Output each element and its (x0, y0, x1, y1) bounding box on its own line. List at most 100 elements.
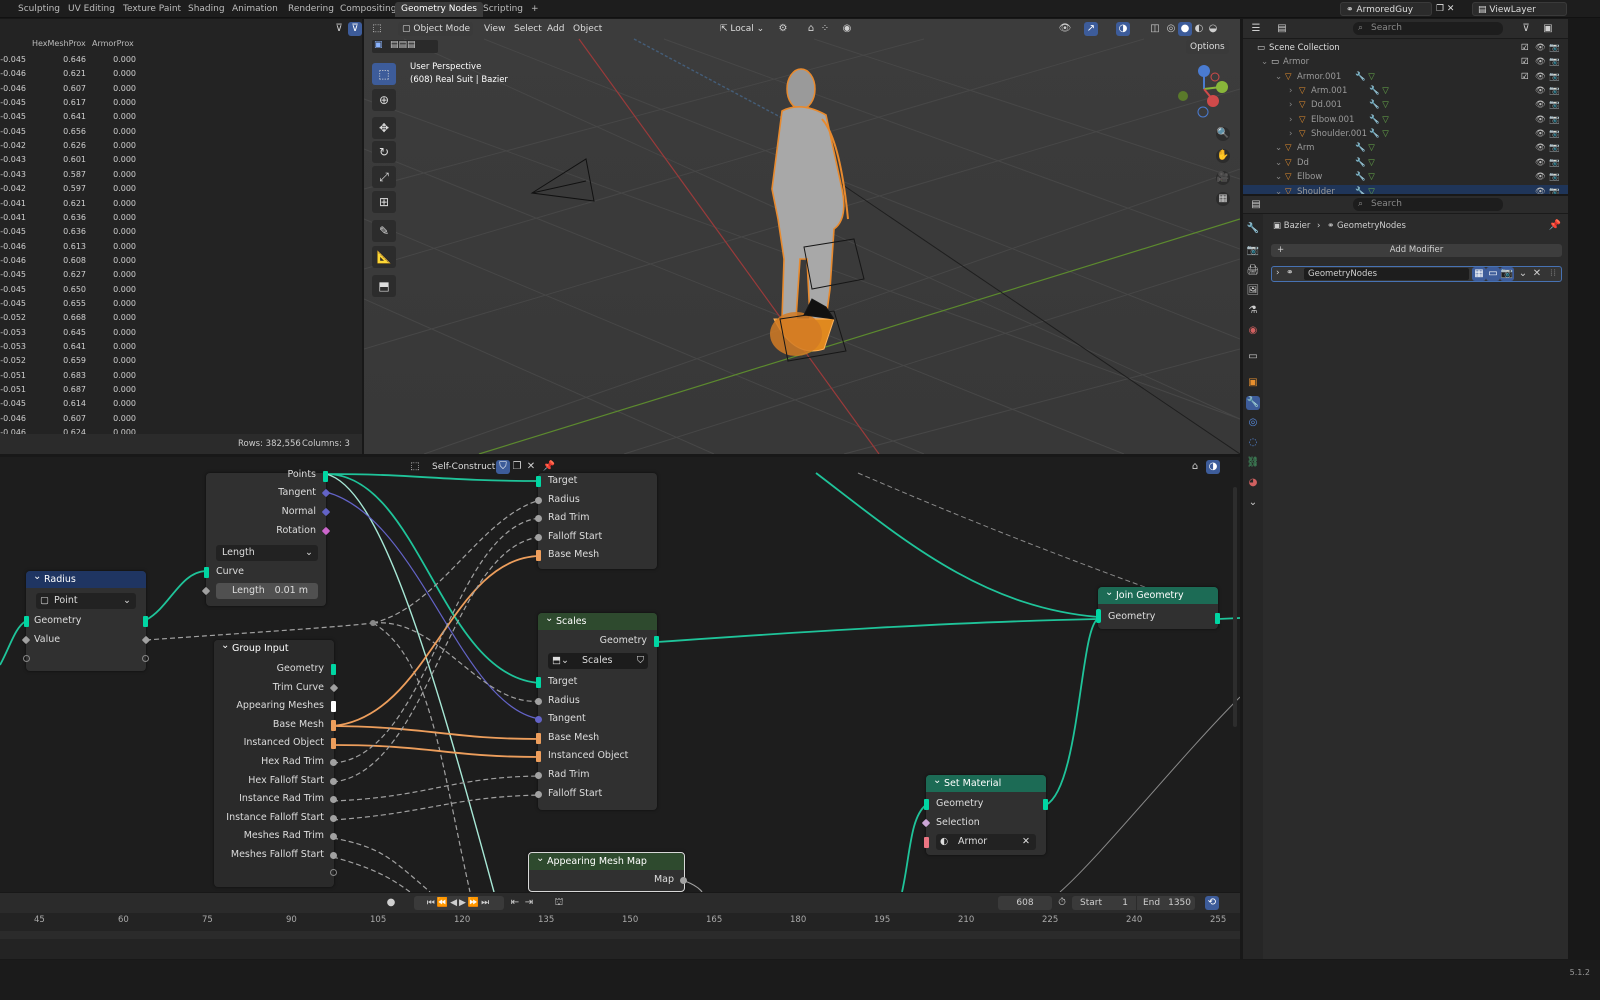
auto-key-icon[interactable]: ⛫ (552, 896, 566, 910)
socket-setmat-geometry-out[interactable] (1043, 799, 1048, 810)
expand-icon[interactable]: › (1289, 84, 1292, 98)
tab-animation[interactable]: Animation (226, 2, 284, 17)
node-editor[interactable]: ⬚ Self-Construct ⛉ ❐ ✕ 📌 ⌂ ◑ Points Tang… (0, 457, 1240, 892)
eye-icon[interactable]: 👁 (1535, 55, 1546, 69)
camera-icon[interactable]: 📷 (1549, 113, 1560, 127)
tab-geometry-nodes[interactable]: Geometry Nodes (395, 2, 483, 17)
group-input-socket[interactable] (331, 719, 336, 731)
edit-mode-toggle-icon[interactable]: ▦ (1472, 267, 1486, 281)
camera-icon[interactable]: 📷 (1549, 141, 1560, 155)
scales-input-socket[interactable] (535, 697, 542, 705)
join-geometry-header[interactable]: Join Geometry (1098, 584, 1218, 604)
hex-input-socket[interactable] (535, 533, 542, 541)
modifier-tab-icon[interactable]: 🔧 (1246, 396, 1260, 410)
socket-curve[interactable] (204, 567, 209, 578)
fake-user-icon[interactable]: ⛉ (496, 460, 510, 474)
material-shading-icon[interactable]: ◐ (1192, 22, 1206, 36)
socket-setmat-geometry-in[interactable] (924, 799, 929, 810)
group-input-socket[interactable] (331, 701, 336, 713)
breadcrumb-object[interactable]: Bazier (1284, 221, 1311, 231)
modifier-icon[interactable]: 🔧 ▽ (1369, 84, 1389, 98)
world-tab-icon[interactable]: ◉ (1246, 324, 1260, 338)
hex-input-socket[interactable] (536, 476, 541, 487)
tab-uv-editing[interactable]: UV Editing (62, 2, 121, 17)
outliner-item[interactable]: ⌄ ▭ Armor 👁 📷 ☑ (1243, 55, 1568, 69)
radius-node-header[interactable]: Radius (26, 568, 146, 588)
options-button[interactable]: Options (1186, 40, 1229, 54)
menu-object[interactable]: Object (569, 22, 606, 36)
eye-icon[interactable]: 👁 (1535, 170, 1546, 184)
menu-add[interactable]: Add (543, 22, 568, 36)
scene-tab-icon[interactable]: ⚗ (1246, 304, 1260, 318)
material-tab-icon[interactable]: ◕ (1246, 476, 1260, 490)
expand-chevron-icon[interactable]: › (1276, 268, 1280, 278)
tab-shading[interactable]: Shading (182, 2, 231, 17)
prev-keyframe-icon[interactable]: ⏪ (437, 898, 450, 908)
more-tabs-icon[interactable]: ⌄ (1246, 496, 1260, 510)
rotate-tool-icon[interactable]: ↻ (372, 141, 396, 163)
rendered-shading-icon[interactable]: ◒ (1206, 22, 1220, 36)
current-frame-field[interactable]: 608 (998, 896, 1052, 910)
clear-material-icon[interactable]: ✕ (1022, 834, 1030, 850)
stopwatch-icon[interactable]: ⏱ (1055, 896, 1069, 910)
socket-points[interactable] (323, 471, 328, 482)
set-material-header[interactable]: Set Material (926, 772, 1046, 792)
object-tab-icon[interactable]: ▣ (1246, 376, 1260, 390)
output-tab-icon[interactable]: 🖨 (1246, 264, 1260, 278)
modifier-icon[interactable]: 🔧 ▽ (1355, 156, 1375, 170)
outliner-editor-icon[interactable]: ☰ (1249, 22, 1263, 36)
scale-tool-icon[interactable]: ⤢ (372, 166, 396, 188)
join-geometry-node[interactable]: Join Geometry Geometry (1096, 584, 1220, 629)
outliner-item[interactable]: ⌄ ▽ Armor.001 🔧 ▽ 👁 📷 ☑ (1243, 70, 1568, 84)
3d-viewport[interactable]: ⬚ ▢ Object Mode View Select Add Object ⇱… (364, 19, 1240, 454)
tab-scripting[interactable]: Scripting (477, 2, 529, 17)
timeline-ruler[interactable]: 45 60 75 90 105 120 135 150 165 180 195 210 225 240 25… (0, 915, 1240, 929)
properties-search-input[interactable]: ⌕ Search (1353, 198, 1503, 211)
modifier-icon[interactable]: 🔧 ▽ (1355, 170, 1375, 184)
unlink-tree-icon[interactable]: ✕ (524, 460, 538, 474)
modifier-icon[interactable]: 🔧 ▽ (1355, 70, 1375, 84)
radius-node[interactable]: Radius ▢ Point ⌄ Geometry Value (21, 568, 151, 671)
group-input-socket[interactable] (330, 759, 337, 766)
zoom-icon[interactable]: 🔍 (1216, 127, 1230, 141)
tab-sculpting[interactable]: Sculpting (12, 2, 66, 17)
camera-icon[interactable]: 📷 (1549, 170, 1560, 184)
scales-input-socket[interactable] (535, 772, 542, 779)
expand-icon[interactable]: ⌄ (1275, 156, 1282, 170)
filter-icon[interactable]: ⊽ (1519, 22, 1533, 36)
record-icon[interactable]: ● (384, 896, 398, 910)
pin-tree-icon[interactable]: 📌 (542, 460, 556, 474)
snap-grid-icon[interactable]: ⁘ (818, 22, 832, 36)
outliner-item[interactable]: ▭ Scene Collection 👁 📷 ☑ (1243, 41, 1568, 55)
modifier-menu-icon[interactable]: ⌄ (1516, 267, 1530, 281)
socket-empty-out[interactable] (142, 655, 149, 662)
shield-icon[interactable]: ⛉ (637, 653, 644, 669)
expand-icon[interactable]: › (1289, 98, 1292, 112)
menu-view[interactable]: View (480, 22, 509, 36)
modifier-icon[interactable]: 🔧 ▽ (1369, 98, 1389, 112)
filter-toggle-icon[interactable]: ⊽ (332, 22, 346, 36)
socket-material[interactable] (924, 837, 929, 848)
scales-input-socket[interactable] (535, 790, 542, 798)
render-tab-icon[interactable]: 📷 (1246, 244, 1260, 258)
checkbox-icon[interactable]: ☑ (1521, 41, 1529, 55)
tab-rendering[interactable]: Rendering (282, 2, 340, 17)
domain-dropdown[interactable]: ▢ Point ⌄ (36, 593, 136, 609)
camera-icon[interactable]: 📷 (1549, 41, 1560, 55)
camera-view-icon[interactable]: 🎥 (1216, 171, 1230, 185)
appearing-mesh-map-node[interactable]: Appearing Mesh Map Map (528, 850, 687, 892)
outliner-item[interactable]: ⌄ ▽ Arm 🔧 ▽ 👁 📷 (1243, 141, 1568, 155)
viewlayer-selector[interactable]: ▤ ViewLayer (1472, 2, 1567, 16)
scales-group-selector[interactable]: ⬒⌄ Scales ⛉ (548, 653, 648, 669)
column-header-hexmeshprox[interactable]: HexMeshProx (32, 39, 86, 48)
cursor-tool-icon[interactable]: ⊕ (372, 89, 396, 111)
outliner-item[interactable]: › ▽ Elbow.001 🔧 ▽ 👁 📷 (1243, 113, 1568, 127)
modifier-icon[interactable]: 🔧 ▽ (1355, 141, 1375, 155)
socket-geometry-in[interactable] (24, 616, 29, 627)
duplicate-tree-icon[interactable]: ❐ (510, 460, 524, 474)
scales-node-header[interactable]: Scales (538, 610, 657, 630)
orientation-selector[interactable]: ⇱ Local ⌄ (716, 22, 768, 36)
menu-select[interactable]: Select (510, 22, 546, 36)
pin-icon[interactable]: 📌 (1548, 219, 1562, 233)
add-modifier-button[interactable]: + Add Modifier (1271, 244, 1562, 257)
